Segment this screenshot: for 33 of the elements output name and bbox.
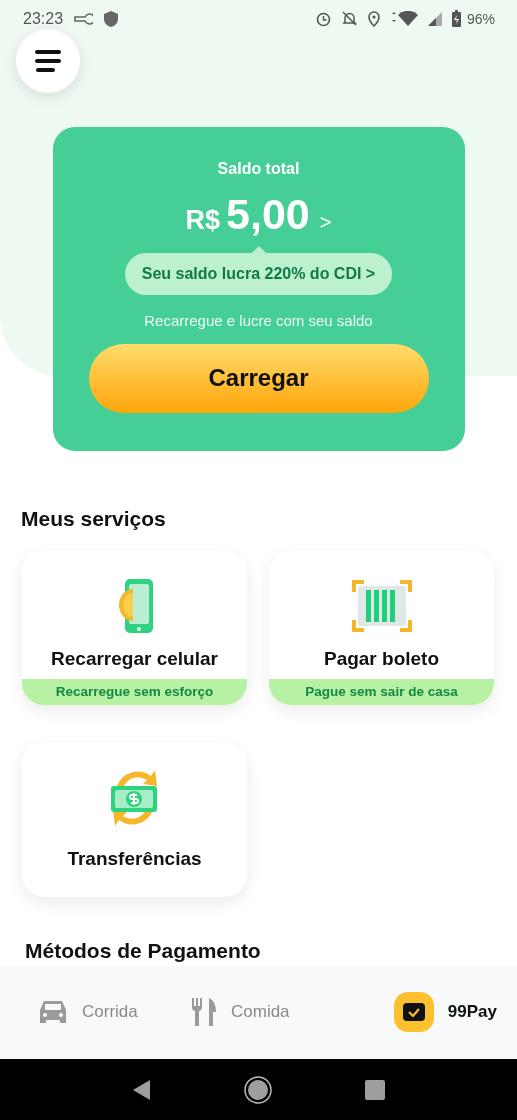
alarm-icon bbox=[314, 10, 332, 28]
home-icon[interactable] bbox=[243, 1075, 272, 1104]
barcode-scan-icon bbox=[351, 579, 412, 632]
service-title: Pagar boleto bbox=[323, 647, 440, 670]
top-up-button[interactable]: Carregar bbox=[88, 343, 429, 413]
shield-icon bbox=[103, 9, 120, 28]
clock: 23:23 bbox=[23, 9, 64, 28]
back-icon[interactable] bbox=[132, 1079, 151, 1100]
car-icon bbox=[38, 999, 68, 1026]
section-title: Métodos de Pagamento bbox=[25, 938, 262, 963]
bell-off-icon bbox=[340, 10, 358, 28]
service-card[interactable]: Pagar boleto Pague sem sair de casa bbox=[269, 549, 494, 705]
balance-hint: Recarregue e lucre com seu saldo bbox=[144, 311, 373, 329]
yield-promo-button[interactable]: Seu saldo lucra 220% do CDI > bbox=[124, 252, 393, 295]
service-card[interactable]: Transferências bbox=[22, 741, 247, 897]
service-subtitle: Recarregue sem esforço bbox=[22, 678, 247, 705]
balance-label: Saldo total bbox=[217, 159, 300, 178]
service-subtitle: Pague sem sair de casa bbox=[269, 678, 494, 705]
service-title: Recarregar celular bbox=[51, 647, 218, 670]
wallet-icon bbox=[393, 992, 434, 1033]
currency-symbol: R$ bbox=[185, 204, 221, 236]
section-title: Meus serviços bbox=[21, 506, 167, 531]
service-card[interactable]: Recarregar celular Recarregue sem esforço bbox=[22, 549, 247, 705]
battery-level: 96% bbox=[466, 10, 495, 27]
service-title: Transferências bbox=[67, 847, 202, 870]
location-icon bbox=[366, 10, 381, 28]
fork-knife-icon bbox=[191, 997, 217, 1028]
recents-icon[interactable] bbox=[364, 1079, 385, 1100]
signal-icon bbox=[426, 10, 443, 27]
battery-icon bbox=[451, 10, 461, 28]
balance-amount: 5,00 bbox=[226, 189, 310, 239]
menu-icon bbox=[35, 50, 61, 72]
nav-tab[interactable]: 99Pay bbox=[344, 992, 497, 1033]
